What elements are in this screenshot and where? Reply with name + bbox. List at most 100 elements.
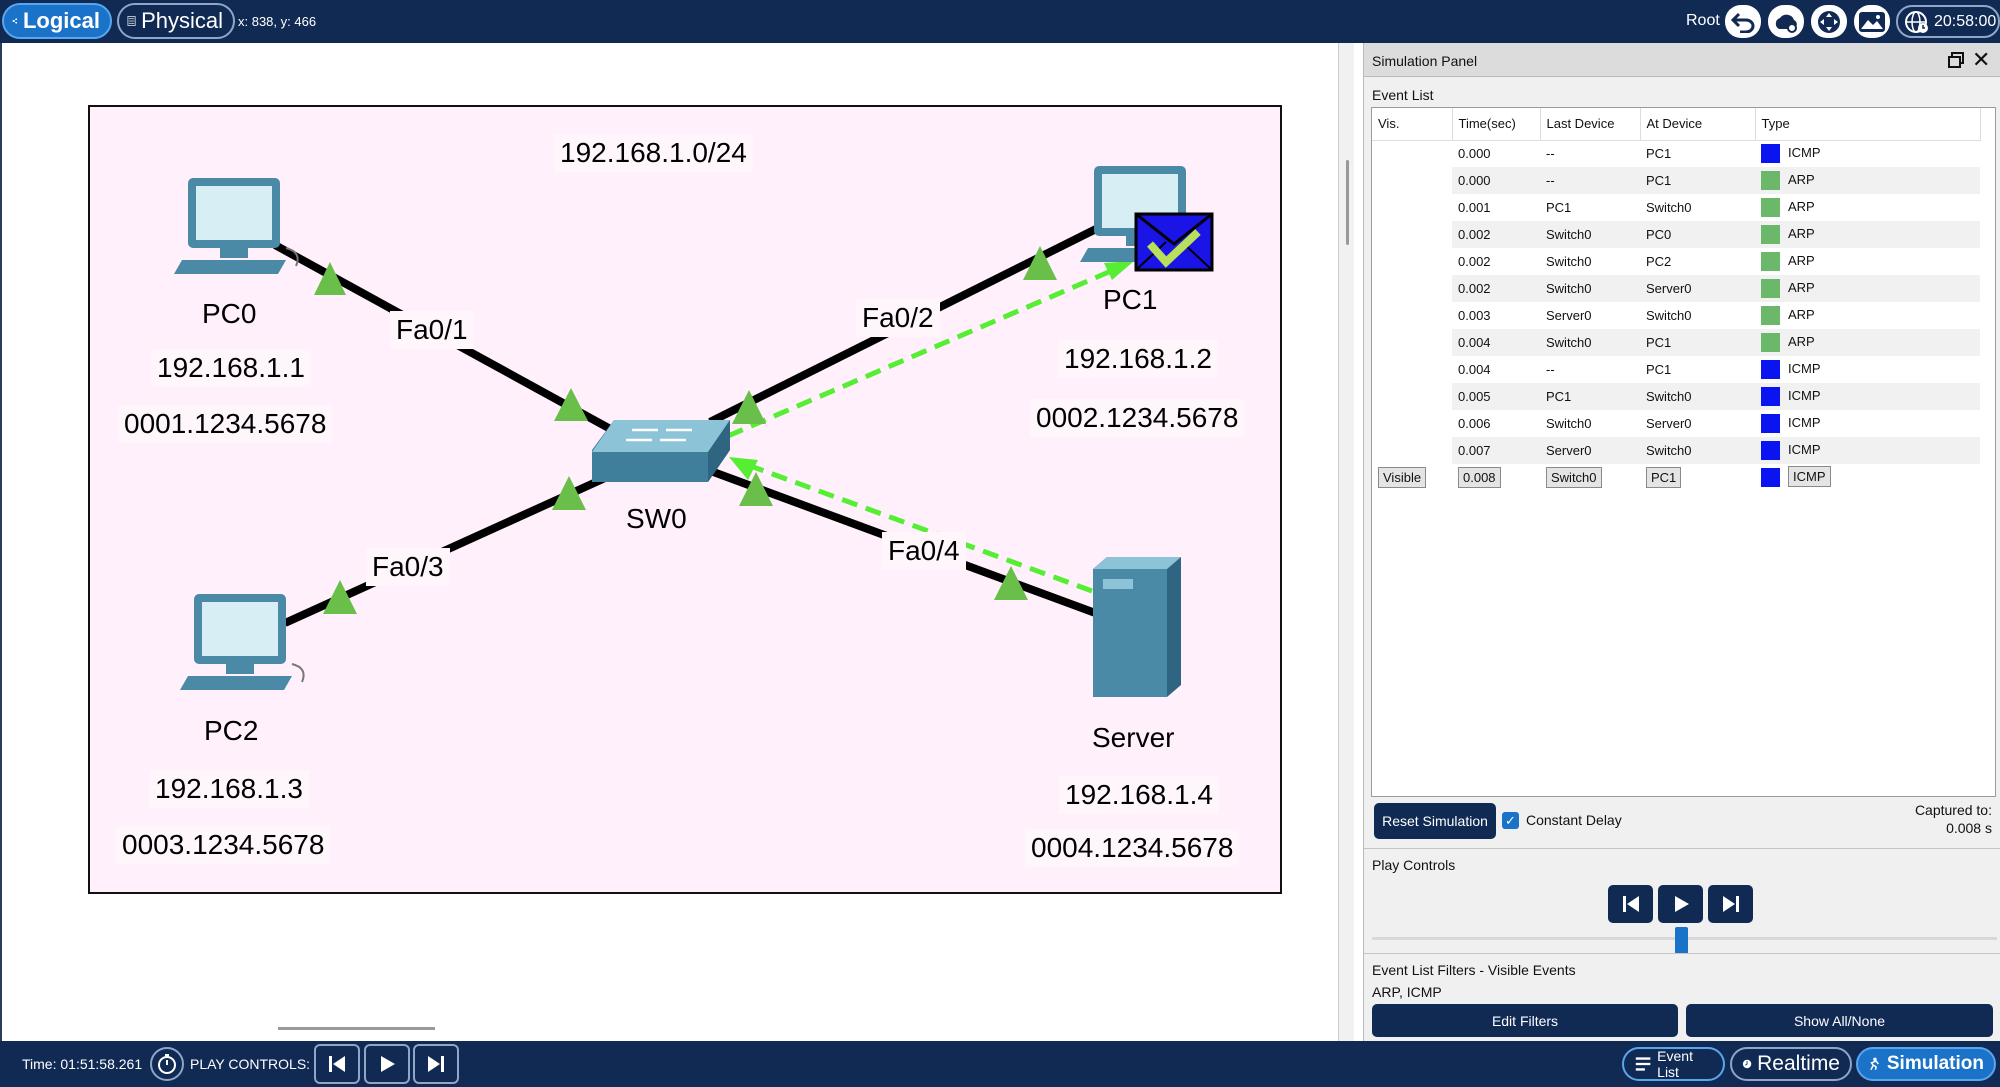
event-row[interactable]: 0.003 Server0 Switch0 ARP xyxy=(1372,302,1980,329)
logical-workspace[interactable]: 192.168.1.0/24 PC0 192.168.1.1 0001.1234… xyxy=(0,43,1340,1041)
pc1-name-label: PC1 xyxy=(1103,284,1158,315)
type-text: ICMP xyxy=(1788,145,1821,161)
move-icon[interactable] xyxy=(1811,5,1847,38)
vertical-scroll-thumb[interactable] xyxy=(1346,160,1349,245)
col-vis-cell-text[interactable]: Visible xyxy=(1378,467,1427,488)
cloud-icon[interactable] xyxy=(1768,5,1804,38)
bottom-play-button[interactable] xyxy=(364,1044,410,1084)
event-row[interactable]: 0.007 Server0 Switch0 ICMP xyxy=(1372,437,1980,464)
col-vis-cell xyxy=(1372,410,1452,437)
last-device-cell-text: Switch0 xyxy=(1546,335,1592,350)
pc0-mac-label: 0001.1234.5678 xyxy=(118,405,333,443)
edit-filters-button[interactable]: Edit Filters xyxy=(1372,1004,1678,1037)
type-color-swatch[interactable] xyxy=(1761,468,1780,487)
event-row[interactable]: 0.002 Switch0 PC2 ARP xyxy=(1372,248,1980,275)
horizontal-scroll-thumb[interactable] xyxy=(278,1027,435,1030)
event-row[interactable]: 0.002 Switch0 Server0 ARP xyxy=(1372,275,1980,302)
time-cell-text: 0.008 xyxy=(1458,467,1501,488)
event-row[interactable]: 0.004 Switch0 PC1 ARP xyxy=(1372,329,1980,356)
play-button[interactable] xyxy=(1658,885,1703,923)
event-row[interactable]: 0.005 PC1 Switch0 ICMP xyxy=(1372,383,1980,410)
col-vis-cell xyxy=(1372,248,1452,275)
back-icon[interactable] xyxy=(1725,5,1761,38)
type-text: ICMP xyxy=(1788,465,1831,487)
type-color-swatch[interactable] xyxy=(1761,306,1780,325)
event-list-tab-label: Event List xyxy=(1657,1048,1693,1080)
time-cell-text: 0.007 xyxy=(1458,443,1491,458)
type-color-swatch[interactable] xyxy=(1761,279,1780,298)
col-at-device[interactable]: At Device xyxy=(1640,108,1756,141)
physical-view-button[interactable]: Physical xyxy=(117,3,235,39)
event-row[interactable]: 0.000 -- PC1 ARP xyxy=(1372,167,1980,194)
time-cell: 0.001 xyxy=(1452,194,1540,221)
event-row[interactable]: 0.001 PC1 Switch0 ARP xyxy=(1372,194,1980,221)
type-text: ARP xyxy=(1788,333,1815,349)
bottom-step-back-button[interactable] xyxy=(314,1044,360,1084)
last-device-cell: Switch0 xyxy=(1540,410,1640,437)
event-row[interactable]: 0.006 Switch0 Server0 ICMP xyxy=(1372,410,1980,437)
type-color-swatch[interactable] xyxy=(1761,333,1780,352)
switch-sw0-device[interactable] xyxy=(592,420,730,482)
type-text: ICMP xyxy=(1788,441,1821,457)
step-back-button[interactable] xyxy=(1608,885,1653,923)
col-type[interactable]: Type xyxy=(1755,108,1981,141)
last-device-cell: PC1 xyxy=(1540,194,1640,221)
reset-simulation-button[interactable]: Reset Simulation xyxy=(1374,803,1496,839)
type-color-swatch[interactable] xyxy=(1761,414,1780,433)
switch-name-label: SW0 xyxy=(626,503,687,534)
event-table-header: Vis. Time(sec) Last Device At Device Typ… xyxy=(1372,108,1981,141)
col-vis-cell xyxy=(1372,329,1452,356)
type-color-swatch[interactable] xyxy=(1761,225,1780,244)
bottom-step-forward-button[interactable] xyxy=(413,1044,459,1084)
last-device-cell-text: Switch0 xyxy=(1546,281,1592,296)
step-forward-button[interactable] xyxy=(1708,885,1753,923)
constant-delay-label: Constant Delay xyxy=(1526,812,1622,828)
show-all-none-button[interactable]: Show All/None xyxy=(1686,1004,1993,1037)
type-color-swatch[interactable] xyxy=(1761,171,1780,190)
time-cell: 0.006 xyxy=(1452,410,1540,437)
server-device[interactable] xyxy=(1093,557,1181,697)
constant-delay-checkbox[interactable]: ✓ xyxy=(1502,812,1519,829)
type-color-swatch[interactable] xyxy=(1761,252,1780,271)
at-device-cell-text: Switch0 xyxy=(1646,308,1692,323)
type-color-swatch[interactable] xyxy=(1761,144,1780,164)
topology-canvas[interactable] xyxy=(0,43,1340,1041)
col-vis-cell xyxy=(1372,356,1452,383)
event-list-tab[interactable]: Event List xyxy=(1622,1047,1725,1081)
type-color-swatch[interactable] xyxy=(1761,198,1780,217)
type-color-swatch[interactable] xyxy=(1761,360,1780,379)
root-label[interactable]: Root xyxy=(1686,12,1720,30)
last-device-cell-text: Switch0 xyxy=(1546,227,1592,242)
logical-view-button[interactable]: Logical xyxy=(2,3,112,39)
realtime-tab[interactable]: Realtime xyxy=(1730,1047,1852,1081)
last-device-cell: Switch0 xyxy=(1540,275,1640,302)
at-device-cell-text: PC2 xyxy=(1646,254,1672,269)
col-vis[interactable]: Vis. xyxy=(1372,108,1453,141)
event-row[interactable]: 0.004 -- PC1 ICMP xyxy=(1372,356,1980,383)
filters-label: Event List Filters - Visible Events xyxy=(1372,962,1576,978)
clock-button[interactable]: 20:58:00 xyxy=(1896,5,2000,38)
type-cell: ICMP xyxy=(1755,383,1980,410)
at-device-cell: PC1 xyxy=(1640,140,1755,167)
event-row[interactable]: 0.000 -- PC1 ICMP xyxy=(1372,140,1980,167)
play-speed-slider-thumb[interactable] xyxy=(1675,927,1688,954)
landscape-icon[interactable] xyxy=(1854,5,1890,38)
event-row-selected[interactable]: Visible 0.008 Switch0 PC1 ICMP xyxy=(1372,464,1980,491)
pdu-envelope-icon[interactable] xyxy=(1134,212,1214,272)
simulation-tab[interactable]: Simulation xyxy=(1856,1047,1996,1081)
timer-icon[interactable] xyxy=(150,1047,184,1081)
time-cell: 0.008 xyxy=(1452,464,1540,491)
type-color-swatch[interactable] xyxy=(1761,387,1780,406)
event-row[interactable]: 0.002 Switch0 PC0 ARP xyxy=(1372,221,1980,248)
restore-window-icon[interactable] xyxy=(1947,51,1965,69)
pc2-name-label: PC2 xyxy=(204,715,259,746)
pc2-ip-label: 192.168.1.3 xyxy=(149,770,309,808)
workspace-left-border xyxy=(0,43,2,1041)
last-device-cell: Server0 xyxy=(1540,302,1640,329)
type-color-swatch[interactable] xyxy=(1761,441,1780,460)
col-time[interactable]: Time(sec) xyxy=(1452,108,1541,141)
col-last-device[interactable]: Last Device xyxy=(1540,108,1641,141)
close-icon[interactable]: ✕ xyxy=(1972,49,1990,71)
col-vis-cell xyxy=(1372,383,1452,410)
at-device-cell: Switch0 xyxy=(1640,383,1755,410)
